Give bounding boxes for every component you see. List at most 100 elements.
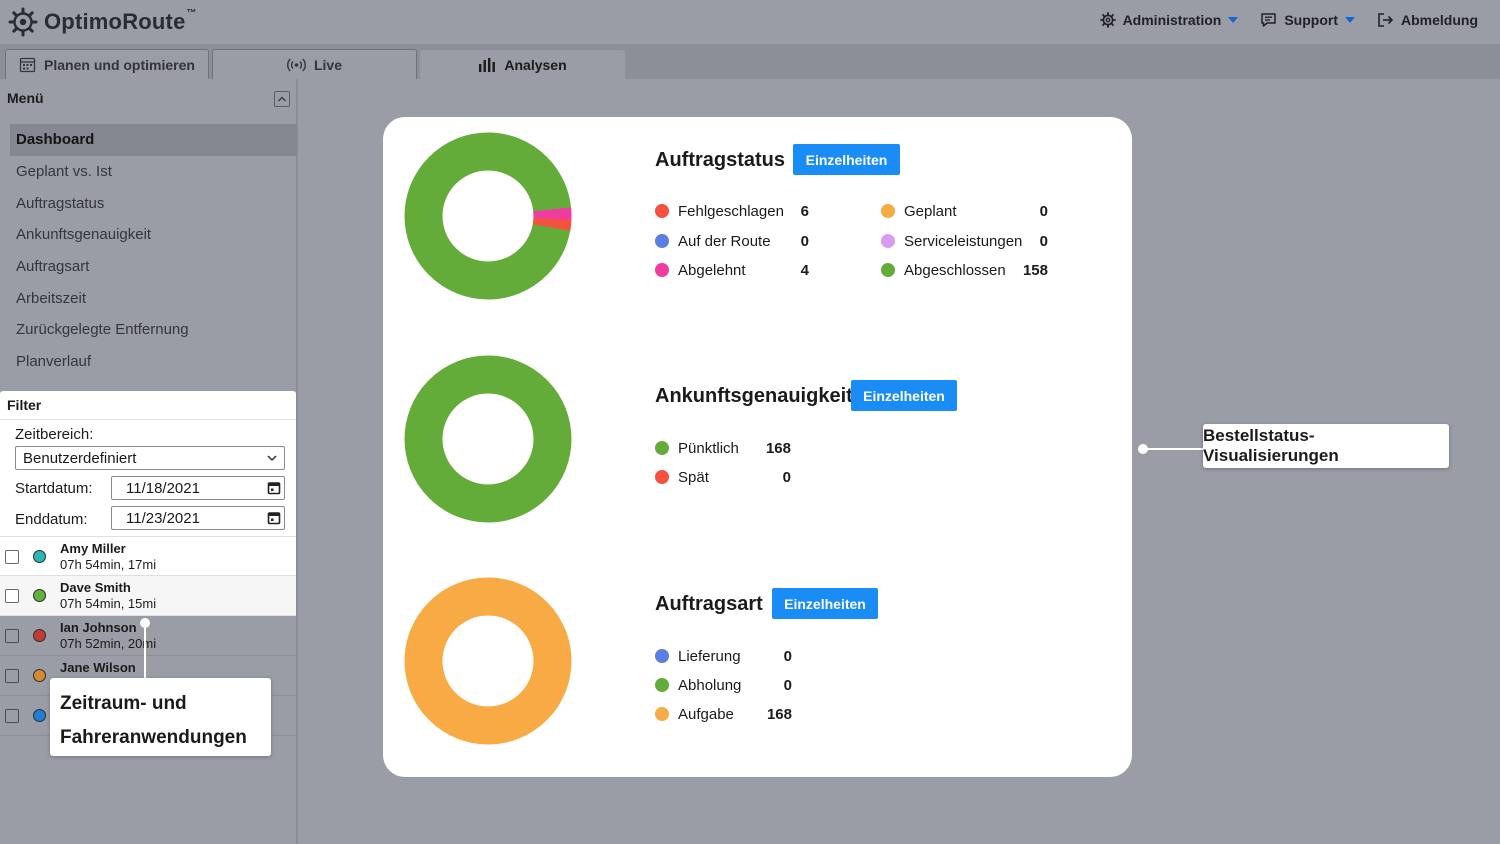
driver-checkbox[interactable] <box>5 589 19 603</box>
donut-segment-completed <box>404 132 572 300</box>
legend-item: Aufgabe <box>655 704 734 724</box>
filter-panel: Filter Zeitbereich: Benutzerdefiniert St… <box>0 391 296 616</box>
menu-item-order-status[interactable]: Auftragstatus <box>10 187 297 219</box>
driver-checkbox[interactable] <box>5 629 19 643</box>
legend-value: 0 <box>782 469 791 486</box>
driver-color-dot <box>33 589 46 602</box>
legend-dot <box>655 263 669 277</box>
menu-item-planned-vs-actual[interactable]: Geplant vs. Ist <box>10 156 297 188</box>
calendar-icon <box>19 57 36 73</box>
menu-item-arrival-accuracy[interactable]: Ankunftsgenauigkeit <box>10 219 297 251</box>
legend-value: 0 <box>1039 203 1048 220</box>
time-range-driver-callout: Zeitraum- und Fahreranwendungen <box>50 678 271 756</box>
tab-live[interactable]: Live <box>212 49 417 79</box>
driver-row[interactable]: Amy Miller 07h 54min, 17mi <box>0 536 296 576</box>
donut-segment-on-time <box>404 355 572 523</box>
legend-value: 6 <box>800 203 809 220</box>
legend-value: 0 <box>783 677 792 694</box>
callout-line <box>144 623 146 679</box>
driver-checkbox[interactable] <box>5 550 19 564</box>
time-range-label: Zeitbereich: <box>15 426 94 443</box>
legend-item: Lieferung <box>655 646 741 666</box>
legend-item: Abgeschlossen <box>881 260 1006 280</box>
legend-label: Fehlgeschlagen <box>678 202 784 220</box>
end-date-label: Enddatum: <box>15 511 88 528</box>
broadcast-icon <box>287 58 306 71</box>
menu-item-distance-traveled[interactable]: Zurückgelegte Entfernung <box>10 314 297 346</box>
menu-item-order-type[interactable]: Auftragsart <box>10 251 297 283</box>
legend-dot <box>655 234 669 248</box>
menu-item-plan-history[interactable]: Planverlauf <box>10 346 297 378</box>
driver-meta: 07h 54min, 17mi <box>60 557 157 572</box>
bar-chart-icon <box>479 58 496 72</box>
legend-dot <box>881 204 895 218</box>
legend-item: Serviceleistungen <box>881 231 1022 251</box>
order-type-title: Auftragsart <box>655 593 763 615</box>
end-date-input[interactable]: 11/23/2021 <box>111 506 285 530</box>
time-range-value: Benutzerdefiniert <box>23 449 137 467</box>
legend-item: Spät <box>655 467 709 487</box>
chevron-down-icon <box>1345 17 1355 23</box>
driver-meta: 07h 52min, 20mi <box>60 636 157 651</box>
driver-meta: 07h 54min, 15mi <box>60 596 157 611</box>
support-label: Support <box>1284 12 1338 28</box>
legend-label: Pünktlich <box>678 439 739 457</box>
logo-gear-icon <box>8 7 38 37</box>
order-status-title: Auftragstatus <box>655 149 786 171</box>
legend-value: 168 <box>765 440 791 457</box>
arrival-accuracy-details-button[interactable]: Einzelheiten <box>851 380 957 411</box>
legend-value: 0 <box>1039 233 1048 250</box>
chevron-down-icon <box>1228 17 1239 23</box>
legend-dot <box>655 678 669 692</box>
support-menu[interactable]: Support <box>1260 12 1355 28</box>
legend-label: Aufgabe <box>678 705 734 723</box>
logo-text: OptimoRoute <box>44 9 186 34</box>
legend-dot <box>655 204 669 218</box>
administration-menu[interactable]: Administration <box>1099 12 1239 28</box>
callout-text-line2: Fahreranwendungen <box>60 727 247 748</box>
legend-dot <box>655 441 669 455</box>
legend-label: Serviceleistungen <box>904 232 1023 250</box>
donut-segment-failed <box>532 218 572 231</box>
legend-value: 158 <box>1022 262 1048 279</box>
logo[interactable]: OptimoRoute ™ <box>8 6 197 38</box>
legend-item: Auf der Route <box>655 231 771 251</box>
legend-dot <box>655 649 669 663</box>
driver-name: Dave Smith <box>60 580 131 595</box>
driver-color-dot <box>33 629 46 642</box>
start-date-input[interactable]: 11/18/2021 <box>111 476 285 500</box>
callout-line <box>1143 448 1203 450</box>
legend-label: Abholung <box>678 676 742 694</box>
administration-label: Administration <box>1122 12 1222 28</box>
order-status-details-button[interactable]: Einzelheiten <box>793 144 900 175</box>
donut-segment-task <box>404 577 572 745</box>
top-bar: OptimoRoute ™ Administration Support Abm… <box>0 0 1500 44</box>
legend-value: 0 <box>800 233 809 250</box>
calendar-icon[interactable] <box>267 511 281 525</box>
menu-item-working-time[interactable]: Arbeitszeit <box>10 282 297 314</box>
order-type-details-button[interactable]: Einzelheiten <box>772 588 878 619</box>
driver-row[interactable]: Dave Smith 07h 54min, 15mi <box>0 576 296 616</box>
calendar-icon[interactable] <box>267 481 281 495</box>
legend-dot <box>655 707 669 721</box>
menu-item-dashboard[interactable]: Dashboard <box>10 124 297 156</box>
legend-item: Geplant <box>881 201 957 221</box>
collapse-menu-button[interactable] <box>274 91 290 107</box>
menu-header: Menü <box>0 79 296 117</box>
driver-checkbox[interactable] <box>5 709 19 723</box>
legend-value: 0 <box>783 648 792 665</box>
time-range-select[interactable]: Benutzerdefiniert <box>15 446 285 470</box>
analytics-card: Auftragstatus Einzelheiten Fehlgeschlage… <box>383 117 1132 777</box>
driver-name: Jane Wilson <box>60 660 136 675</box>
menu-list: Dashboard Geplant vs. Ist Auftragstatus … <box>10 124 297 378</box>
legend-label: Lieferung <box>678 647 741 665</box>
driver-name: Amy Miller <box>60 541 126 556</box>
tab-analytics[interactable]: Analysen <box>420 50 625 79</box>
driver-checkbox[interactable] <box>5 669 19 683</box>
tab-plan-optimize[interactable]: Planen und optimieren <box>5 49 209 79</box>
logout-button[interactable]: Abmeldung <box>1377 12 1478 28</box>
menu-title: Menü <box>7 90 44 106</box>
chevron-up-icon <box>277 96 287 102</box>
legend-label: Abgeschlossen <box>904 261 1006 279</box>
tab-label: Planen und optimieren <box>44 56 195 73</box>
